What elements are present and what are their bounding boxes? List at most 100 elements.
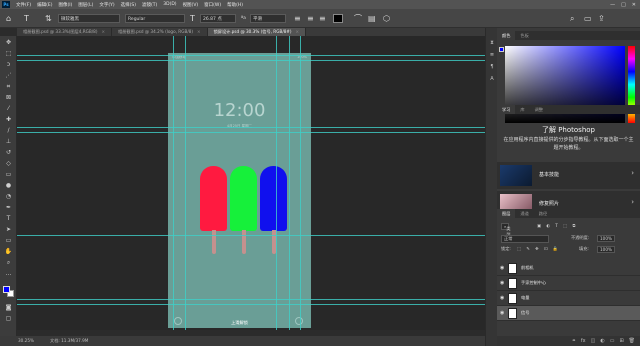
tab-document-3[interactable]: 锁屏设计.psd @ 30.3% (信号, RGB/8#) ×: [207, 28, 307, 36]
workspace-icon[interactable]: ▭: [584, 14, 592, 23]
menu-image[interactable]: 图像(I): [55, 2, 75, 8]
text-color-swatch[interactable]: [333, 14, 343, 23]
paragraph-panel-icon[interactable]: ¶: [488, 64, 496, 71]
tab-paths[interactable]: 路径: [534, 209, 552, 218]
tab-learn[interactable]: 学习: [497, 105, 516, 114]
font-family-select[interactable]: 微软雅黑: [58, 14, 120, 23]
blur-tool-icon[interactable]: ●: [3, 182, 14, 190]
text-orientation-icon[interactable]: ⇅: [45, 14, 52, 23]
close-icon[interactable]: ×: [296, 28, 300, 36]
eraser-tool-icon[interactable]: ◇: [3, 160, 14, 168]
fill-field[interactable]: 100%: [597, 246, 615, 253]
home-icon[interactable]: ⌂: [6, 14, 11, 23]
visibility-eye-icon[interactable]: ◉: [500, 295, 504, 301]
blend-mode-select[interactable]: 正常: [501, 235, 549, 243]
search-icon[interactable]: ⌕: [570, 14, 574, 23]
tab-layers[interactable]: 图层: [497, 209, 516, 218]
eyedropper-tool-icon[interactable]: ⁄: [3, 105, 14, 113]
lasso-tool-icon[interactable]: ↄ: [3, 61, 14, 69]
menu-type[interactable]: 文字(Y): [96, 2, 117, 8]
menu-window[interactable]: 窗口(W): [201, 2, 224, 8]
new-group-icon[interactable]: ▭: [610, 336, 615, 346]
guide-line[interactable]: [300, 36, 301, 330]
guide-line[interactable]: [276, 36, 277, 330]
guide-line[interactable]: [289, 36, 290, 330]
tab-document-1[interactable]: 相册截图.psd @ 33.3%(图层4,RGB/8) ×: [17, 28, 112, 36]
layer-filter-icons[interactable]: ▣ ◐ T ⬚ ⧉: [537, 223, 577, 228]
lock-icons[interactable]: ⬚ ✎ ✥ ⊡ 🔒: [517, 246, 560, 252]
more-tools-icon[interactable]: …: [3, 270, 14, 278]
guide-line[interactable]: [17, 55, 485, 56]
menu-edit[interactable]: 编辑(E): [34, 2, 55, 8]
layer-mask-icon[interactable]: ◫: [591, 336, 596, 346]
learn-card-basic-skills[interactable]: 基本技能 ›: [497, 162, 640, 189]
zoom-level[interactable]: 30.25%: [18, 336, 34, 346]
frame-tool-icon[interactable]: ⊠: [3, 94, 14, 102]
minimize-button[interactable]: —: [610, 2, 615, 8]
link-layers-icon[interactable]: ⚭: [572, 336, 576, 346]
properties-panel-icon[interactable]: ≣: [488, 52, 496, 59]
warp-text-icon[interactable]: ⌒: [354, 14, 362, 23]
guide-line[interactable]: [17, 132, 485, 133]
guide-line[interactable]: [17, 304, 485, 305]
visibility-eye-icon[interactable]: ◉: [500, 265, 504, 271]
layer-row[interactable]: ◉ 电量: [497, 291, 640, 306]
history-panel-icon[interactable]: ⧗: [488, 40, 496, 47]
layer-style-icon[interactable]: fx: [581, 336, 586, 346]
menu-layer[interactable]: 图层(L): [75, 2, 96, 8]
clone-stamp-icon[interactable]: ⊥: [3, 138, 14, 146]
dodge-tool-icon[interactable]: ◔: [3, 193, 14, 201]
menu-view[interactable]: 视图(V): [180, 2, 202, 8]
layer-row[interactable]: ◉ 手家控制中心: [497, 276, 640, 291]
share-icon[interactable]: ⇪: [598, 14, 605, 23]
path-select-tool-icon[interactable]: ➤: [3, 226, 14, 234]
quick-select-tool-icon[interactable]: ⋰: [3, 72, 14, 80]
menu-help[interactable]: 帮助(H): [224, 2, 246, 8]
maximize-button[interactable]: □: [621, 2, 626, 8]
tab-document-2[interactable]: 相册截图.psd @ 34.2% (logo, RGB/8) ×: [112, 28, 208, 36]
align-center-icon[interactable]: ≡: [307, 14, 314, 23]
move-tool-icon[interactable]: ✥: [3, 39, 14, 47]
guide-line[interactable]: [17, 60, 485, 61]
guide-line[interactable]: [17, 235, 485, 236]
foreground-color-swatch[interactable]: [499, 47, 504, 52]
opacity-field[interactable]: 100%: [597, 235, 615, 242]
hand-tool-icon[interactable]: ✋: [3, 248, 14, 256]
new-layer-icon[interactable]: ⊞: [619, 336, 623, 346]
brush-tool-icon[interactable]: ∕: [3, 127, 14, 135]
tab-swatches[interactable]: 色板: [515, 31, 533, 40]
history-brush-icon[interactable]: ↺: [3, 149, 14, 157]
layer-row[interactable]: ◉ 前相机: [497, 261, 640, 276]
layer-row[interactable]: ◉ 信号: [497, 306, 640, 321]
tab-adjustments[interactable]: 调整: [530, 105, 548, 114]
rectangle-tool-icon[interactable]: ▭: [3, 237, 14, 245]
trash-icon[interactable]: 🗑: [629, 336, 635, 346]
pen-tool-icon[interactable]: ✒: [3, 204, 14, 212]
tab-channels[interactable]: 通道: [515, 209, 533, 218]
layer-kind-filter[interactable]: ⌕ 类型: [501, 223, 511, 237]
menu-file[interactable]: 文件(F): [13, 2, 34, 8]
guide-line[interactable]: [185, 36, 186, 330]
foreground-color-swatch[interactable]: [3, 286, 10, 293]
align-right-icon[interactable]: ≡: [319, 14, 326, 23]
type-tool-icon[interactable]: T: [3, 215, 14, 223]
gradient-tool-icon[interactable]: ▭: [3, 171, 14, 179]
menu-filter[interactable]: 滤镜(T): [139, 2, 160, 8]
close-icon[interactable]: ×: [197, 28, 201, 36]
antialias-select[interactable]: 平滑: [250, 14, 286, 23]
visibility-eye-icon[interactable]: ◉: [500, 280, 504, 286]
character-panel-icon[interactable]: ▤: [368, 14, 376, 23]
character-panel-icon[interactable]: A: [488, 76, 496, 83]
visibility-eye-icon[interactable]: ◉: [500, 310, 504, 316]
quick-mask-icon[interactable]: ◙: [3, 304, 14, 312]
canvas-area[interactable]: 中国移动 100% 12:00 4月25日 星期二 上滑解锁: [17, 36, 485, 330]
zoom-tool-icon[interactable]: ⌕: [3, 259, 14, 267]
healing-brush-icon[interactable]: ✚: [3, 116, 14, 124]
3d-icon[interactable]: ⬡: [383, 14, 390, 23]
menu-select[interactable]: 选择(S): [118, 2, 139, 8]
font-style-select[interactable]: Regular: [125, 14, 185, 23]
document-info[interactable]: 文档: 11.3M/37.9M: [50, 336, 88, 346]
screen-mode-icon[interactable]: ▢: [3, 315, 14, 323]
close-button[interactable]: ✕: [632, 2, 636, 8]
guide-line[interactable]: [17, 299, 485, 300]
